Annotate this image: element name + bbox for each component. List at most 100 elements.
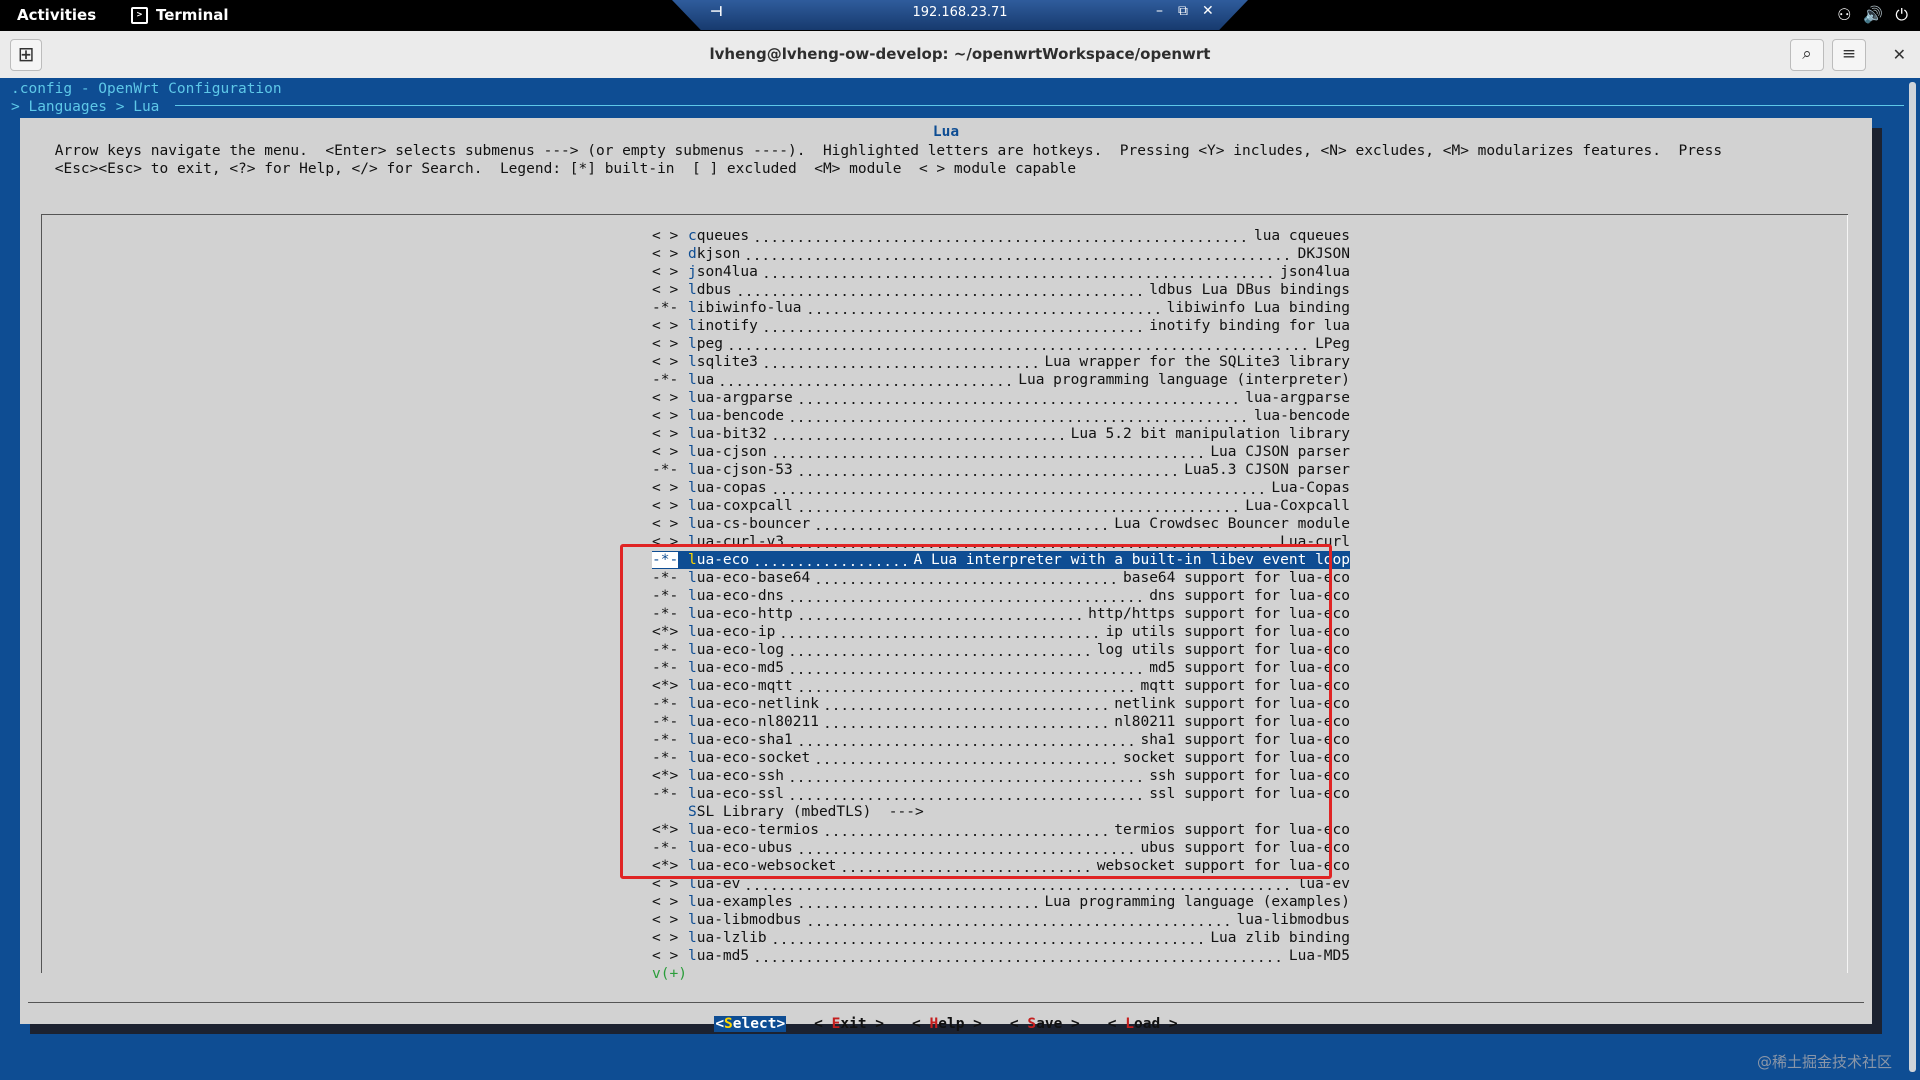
menu-items[interactable]: < > cqueues lua cqueues < > dkjson DKJSON < > j…: [652, 227, 1350, 983]
item-state[interactable]: < >: [652, 245, 688, 263]
menu-item[interactable]: < > lua-bencode lua-bencode: [652, 407, 1350, 425]
menu-button[interactable]: ≡: [1832, 39, 1866, 71]
menu-item[interactable]: -*- lua-eco-sha1 sha1 support for lua-eco: [652, 731, 1350, 749]
item-state[interactable]: -*-: [652, 713, 688, 731]
item-state[interactable]: < >: [652, 335, 688, 353]
menu-item[interactable]: < > lua-curl-v3 Lua-curl: [652, 533, 1350, 551]
menu-item[interactable]: <*> lua-eco-websocket websocket support fo…: [652, 857, 1350, 875]
menu-item[interactable]: < > lua-cs-bouncer Lua Crowdsec Bouncer mo…: [652, 515, 1350, 533]
menu-item[interactable]: -*- lua-eco-ssl ssl support for lua-eco: [652, 785, 1350, 803]
menu-item[interactable]: < > lua-cjson Lua CJSON parser: [652, 443, 1350, 461]
menu-item[interactable]: -*- lua-eco-md5 md5 support for lua-eco: [652, 659, 1350, 677]
menu-listbox[interactable]: < > cqueues lua cqueues < > dkjson DKJSON < > j…: [41, 214, 1848, 982]
item-state[interactable]: -*-: [652, 731, 688, 749]
activities-button[interactable]: Activities: [17, 6, 96, 24]
item-state[interactable]: -*-: [652, 299, 688, 317]
item-state[interactable]: -*-: [652, 551, 688, 569]
item-state[interactable]: < >: [652, 353, 688, 371]
menu-item[interactable]: -*- lua-eco-socket socket support for lua-…: [652, 749, 1350, 767]
menu-item[interactable]: < > lua-md5 Lua-MD5: [652, 947, 1350, 965]
item-state[interactable]: < >: [652, 497, 688, 515]
item-state[interactable]: < >: [652, 407, 688, 425]
menu-item[interactable]: <*> lua-eco-termios termios support for lu…: [652, 821, 1350, 839]
menu-item[interactable]: < > lua-bit32 Lua 5.2 bit manipulation lib…: [652, 425, 1350, 443]
item-state[interactable]: < >: [652, 479, 688, 497]
menu-item[interactable]: -*- lua-eco-log log utils support for lua-…: [652, 641, 1350, 659]
menu-item[interactable]: <*> lua-eco-ip ip utils support for lua-ec…: [652, 623, 1350, 641]
item-state[interactable]: < >: [652, 227, 688, 245]
terminal-content[interactable]: .config - OpenWrt Configuration > Langua…: [0, 78, 1920, 1080]
item-state[interactable]: <*>: [652, 857, 688, 875]
menu-item[interactable]: < > lsqlite3 Lua wrapper for the SQLite3 l…: [652, 353, 1350, 371]
item-state[interactable]: -*-: [652, 605, 688, 623]
menu-item[interactable]: -*- lua-eco-http http/https support for lu…: [652, 605, 1350, 623]
item-state[interactable]: [652, 803, 688, 821]
item-state[interactable]: < >: [652, 317, 688, 335]
menu-item[interactable]: < > json4lua json4lua: [652, 263, 1350, 281]
menu-item[interactable]: -*- lua-eco-nl80211 nl80211 support for lu…: [652, 713, 1350, 731]
menu-item[interactable]: < > cqueues lua cqueues: [652, 227, 1350, 245]
menu-item[interactable]: < > lua-argparse lua-argparse: [652, 389, 1350, 407]
item-state[interactable]: <*>: [652, 623, 688, 641]
submenu-item[interactable]: SSL Library (mbedTLS) --->: [652, 803, 1350, 821]
minimize-icon[interactable]: –: [1156, 3, 1163, 19]
item-state[interactable]: < >: [652, 263, 688, 281]
select-button[interactable]: <Select>: [714, 1016, 787, 1032]
item-state[interactable]: < >: [652, 389, 688, 407]
item-state[interactable]: -*-: [652, 461, 688, 479]
system-tray[interactable]: ⚇ 🔊 ⏻: [1837, 5, 1908, 25]
close-icon[interactable]: ✕: [1202, 3, 1214, 19]
menu-item[interactable]: <*> lua-eco-ssh ssh support for lua-eco: [652, 767, 1350, 785]
save-button[interactable]: < Save >: [1010, 1016, 1080, 1032]
app-menu[interactable]: > Terminal: [131, 6, 229, 24]
menu-item[interactable]: -*- lua-eco-dns dns support for lua-eco: [652, 587, 1350, 605]
item-state[interactable]: -*-: [652, 587, 688, 605]
load-button[interactable]: < Load >: [1108, 1016, 1178, 1032]
item-state[interactable]: -*-: [652, 641, 688, 659]
menu-item[interactable]: < > lua-examples Lua programming language …: [652, 893, 1350, 911]
item-state[interactable]: -*-: [652, 659, 688, 677]
item-state[interactable]: < >: [652, 947, 688, 965]
item-state[interactable]: < >: [652, 929, 688, 947]
menu-item[interactable]: <*> lua-eco-mqtt mqtt support for lua-eco: [652, 677, 1350, 695]
menu-item[interactable]: < > ldbus ldbus Lua DBus bindings: [652, 281, 1350, 299]
item-state[interactable]: < >: [652, 515, 688, 533]
menu-item[interactable]: < > dkjson DKJSON: [652, 245, 1350, 263]
menu-item[interactable]: < > lua-ev lua-ev: [652, 875, 1350, 893]
item-state[interactable]: < >: [652, 533, 688, 551]
item-state[interactable]: <*>: [652, 677, 688, 695]
menu-item[interactable]: -*- lua-eco-ubus ubus support for lua-eco: [652, 839, 1350, 857]
item-state[interactable]: < >: [652, 893, 688, 911]
power-icon[interactable]: ⏻: [1895, 5, 1908, 25]
item-state[interactable]: < >: [652, 281, 688, 299]
item-state[interactable]: -*-: [652, 569, 688, 587]
search-button[interactable]: ⌕: [1790, 39, 1824, 71]
item-state[interactable]: -*-: [652, 695, 688, 713]
exit-button[interactable]: < Exit >: [814, 1016, 884, 1032]
restore-icon[interactable]: ⧉: [1178, 3, 1188, 19]
item-state[interactable]: -*-: [652, 785, 688, 803]
network-icon[interactable]: ⚇: [1837, 5, 1851, 25]
item-state[interactable]: <*>: [652, 767, 688, 785]
menu-item[interactable]: -*- lua-eco-netlink netlink support for lu…: [652, 695, 1350, 713]
close-window-button[interactable]: ✕: [1893, 45, 1906, 64]
menu-item[interactable]: -*- lua-eco-base64 base64 support for lua-…: [652, 569, 1350, 587]
menu-item[interactable]: < > lpeg LPeg: [652, 335, 1350, 353]
item-state[interactable]: < >: [652, 875, 688, 893]
volume-icon[interactable]: 🔊: [1863, 5, 1883, 25]
terminal-scrollbar[interactable]: [1909, 82, 1916, 1072]
item-state[interactable]: < >: [652, 443, 688, 461]
menu-item[interactable]: -*- lua-cjson-53 Lua5.3 CJSON parser: [652, 461, 1350, 479]
help-button[interactable]: < Help >: [912, 1016, 982, 1032]
menu-item[interactable]: -*- lua-eco A Lua interpreter with a built…: [652, 551, 1350, 569]
menu-item[interactable]: -*- libiwinfo-lua libiwinfo Lua binding: [652, 299, 1350, 317]
menu-item[interactable]: < > linotify inotify binding for lua: [652, 317, 1350, 335]
menu-item[interactable]: < > lua-libmodbus lua-libmodbus: [652, 911, 1350, 929]
item-state[interactable]: -*-: [652, 371, 688, 389]
item-state[interactable]: < >: [652, 425, 688, 443]
item-state[interactable]: -*-: [652, 839, 688, 857]
menu-item[interactable]: < > lua-lzlib Lua zlib binding: [652, 929, 1350, 947]
menu-item[interactable]: < > lua-copas Lua-Copas: [652, 479, 1350, 497]
item-state[interactable]: -*-: [652, 749, 688, 767]
item-state[interactable]: <*>: [652, 821, 688, 839]
